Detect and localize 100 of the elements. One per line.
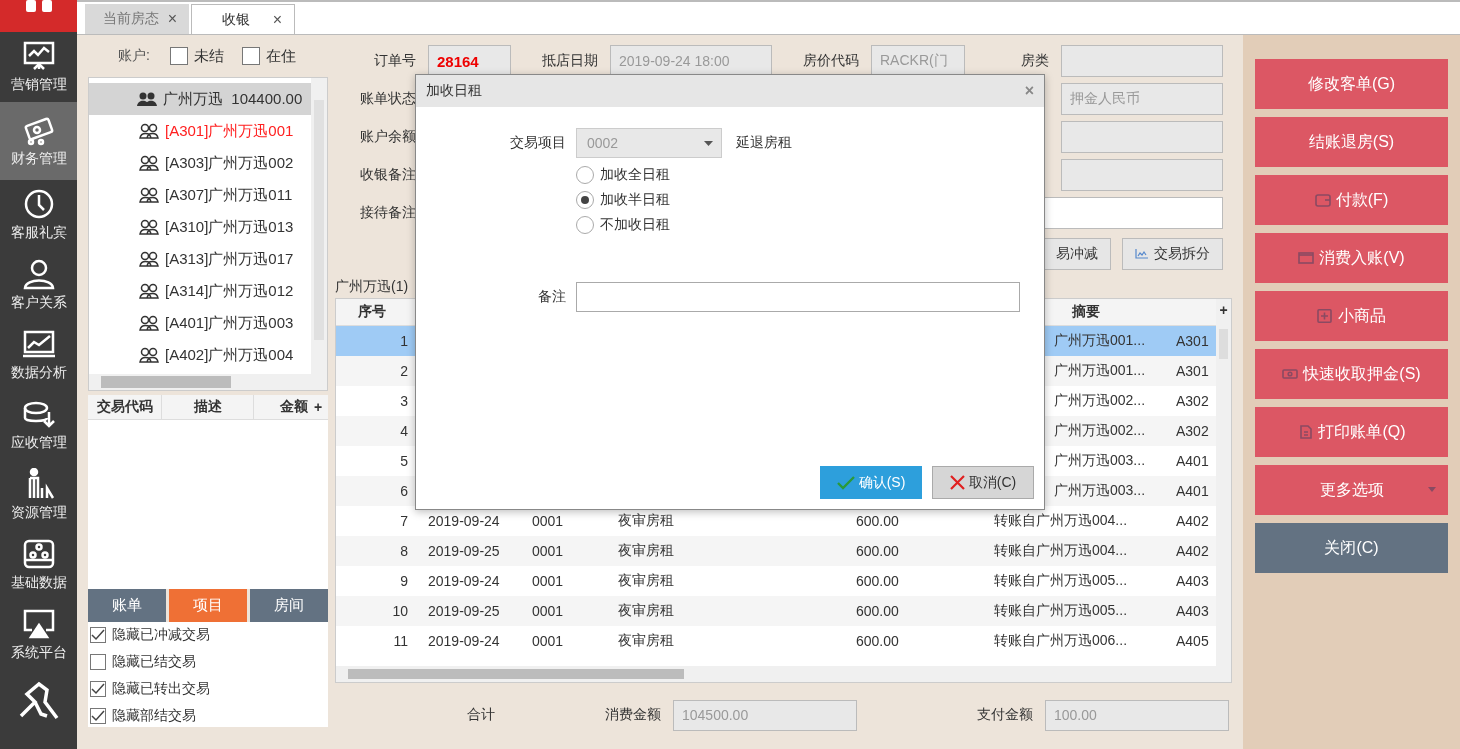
check-icon xyxy=(836,475,855,490)
nav-item[interactable]: 财务管理 xyxy=(0,102,77,180)
tree-item[interactable]: [A310]广州万迅013 xyxy=(89,211,311,243)
column-header: 金额 xyxy=(279,397,309,416)
tree-item[interactable]: [A303]广州万迅002 xyxy=(89,147,311,179)
table-cell-text: 10 xyxy=(391,603,409,619)
action-button[interactable]: 交易拆分 xyxy=(1122,238,1223,270)
action-button[interactable]: 打印账单(Q) xyxy=(1255,407,1448,457)
action-button[interactable]: 小商品 xyxy=(1255,291,1448,341)
room-type-field[interactable] xyxy=(1061,45,1223,77)
checkbox[interactable] xyxy=(241,47,260,65)
radio-button[interactable] xyxy=(576,216,594,234)
add-column-icon[interactable]: + xyxy=(1219,299,1228,323)
tab[interactable]: 当前房态 × xyxy=(85,4,189,34)
checkbox[interactable] xyxy=(169,47,188,65)
reception-note-field[interactable] xyxy=(1043,197,1223,229)
nav-item[interactable]: 营销管理 xyxy=(0,32,77,102)
table-cell: 广州万迅002... xyxy=(1054,422,1146,438)
scrollbar[interactable]: + xyxy=(1216,299,1231,682)
table-cell: 600.00 xyxy=(856,573,899,589)
table-cell-text: 3 xyxy=(399,393,409,409)
group-icon xyxy=(139,315,159,331)
caret-icon[interactable] xyxy=(704,140,713,146)
nav-item[interactable]: 基础数据 xyxy=(0,530,77,600)
action-button[interactable]: 关闭(C) xyxy=(1255,523,1448,573)
field-label: 房类 xyxy=(1020,52,1050,70)
table-cell-text: A403 xyxy=(1175,573,1210,589)
radio-label: 加收半日租 xyxy=(600,191,670,209)
nav-item[interactable]: 数据分析 xyxy=(0,320,77,390)
tree-item[interactable]: [A313]广州万迅017 xyxy=(89,243,311,275)
tree-item[interactable]: [A301]广州万迅001 xyxy=(89,115,311,147)
nav-item[interactable]: 资源管理 xyxy=(0,460,77,530)
close-icon xyxy=(949,475,965,490)
checkbox[interactable] xyxy=(90,681,106,697)
input-field[interactable] xyxy=(1061,121,1223,153)
table-cell: 2019-09-25 xyxy=(428,543,500,559)
document-icon xyxy=(1297,425,1314,439)
caret-icon xyxy=(1428,487,1436,492)
table-cell: 转账自广州万迅005... xyxy=(994,602,1128,618)
action-button[interactable]: 快速收取押金(S) xyxy=(1255,349,1448,399)
field-label: 账单状态 xyxy=(359,90,417,108)
checkbox[interactable] xyxy=(90,627,106,643)
action-button[interactable]: 结账退房(S) xyxy=(1255,117,1448,167)
action-button[interactable]: 更多选项 xyxy=(1255,465,1448,515)
scrollbar[interactable] xyxy=(336,666,1216,682)
field-label: 收银备注 xyxy=(359,166,417,184)
nav-item[interactable]: 客户关系 xyxy=(0,250,77,320)
table-cell: 夜审房租 xyxy=(618,632,674,648)
order-number-field[interactable]: 28164 xyxy=(428,45,511,77)
table-cell: 夜审房租 xyxy=(618,602,674,618)
action-button[interactable]: 修改客单(G) xyxy=(1255,59,1448,109)
line-chart-icon xyxy=(21,328,56,360)
view-tab[interactable]: 账单 xyxy=(88,589,166,622)
tree-item[interactable]: 广州万迅 104400.00 xyxy=(89,83,311,115)
column-header: 摘要 xyxy=(1071,303,1101,321)
checkbox-label: 未结 xyxy=(193,46,224,66)
field-label: 抵店日期 xyxy=(541,52,599,70)
table-cell: 0001 xyxy=(532,633,564,649)
filter-label: 账户: xyxy=(118,47,150,65)
table-cell: 广州万迅003... xyxy=(1054,482,1146,498)
table-cell: 转账自广州万迅005... xyxy=(994,572,1128,588)
action-button[interactable]: 付款(F) xyxy=(1255,175,1448,225)
note-field[interactable] xyxy=(576,282,1020,312)
field-label: 接待备注 xyxy=(359,204,417,222)
dialog-button[interactable]: 取消(C) xyxy=(932,466,1034,499)
input-field[interactable] xyxy=(1061,159,1223,191)
table-cell-text: A402 xyxy=(1175,543,1210,559)
add-column-icon[interactable]: + xyxy=(310,399,326,415)
scrollbar[interactable] xyxy=(311,78,327,374)
table-cell-text: 1 xyxy=(399,333,409,349)
nav-item[interactable]: 客服礼宾 xyxy=(0,180,77,250)
field-label: 房价代码 xyxy=(802,52,860,70)
table-cell: 夜审房租 xyxy=(618,572,674,588)
checkbox-label: 隐藏已冲减交易 xyxy=(112,626,210,644)
close-icon[interactable]: × xyxy=(272,10,282,29)
group-icon xyxy=(139,219,159,235)
nav-item[interactable]: 系统平台 xyxy=(0,600,77,670)
radio-button[interactable] xyxy=(576,166,594,184)
table-row[interactable]: 8 2019-09-25 0001 夜审房租 600.00 转账自广州万迅004... A402 xyxy=(336,536,1216,566)
total-label: 合计 xyxy=(466,706,495,724)
checkbox[interactable] xyxy=(90,654,106,670)
nav-item[interactable]: 应收管理 xyxy=(0,390,77,460)
tree-item[interactable]: [A401]广州万迅003 xyxy=(89,307,311,339)
scrollbar[interactable] xyxy=(89,374,327,390)
tree-item[interactable]: [A307]广州万迅011 xyxy=(89,179,311,211)
column-header: 交易代码 xyxy=(88,395,162,419)
action-button[interactable]: 消费入账(V) xyxy=(1255,233,1448,283)
field-label: 支付金额 xyxy=(976,706,1034,724)
checkbox[interactable] xyxy=(90,708,106,724)
ledger-title: 广州万迅(1) xyxy=(335,277,409,296)
view-tab[interactable]: 房间 xyxy=(250,589,328,622)
table-row[interactable]: 10 2019-09-25 0001 夜审房租 600.00 转账自广州万迅005... A403 xyxy=(336,596,1216,626)
tree-item[interactable]: [A314]广州万迅012 xyxy=(89,275,311,307)
group-icon xyxy=(139,283,159,299)
tree-item[interactable]: [A402]广州万迅004 xyxy=(89,339,311,371)
close-icon[interactable]: × xyxy=(167,10,177,28)
radio-label: 不加收日租 xyxy=(600,216,670,234)
tab[interactable]: 收银 × xyxy=(191,4,295,34)
radio-button[interactable] xyxy=(576,191,594,209)
table-cell-text: A301 xyxy=(1175,363,1210,379)
